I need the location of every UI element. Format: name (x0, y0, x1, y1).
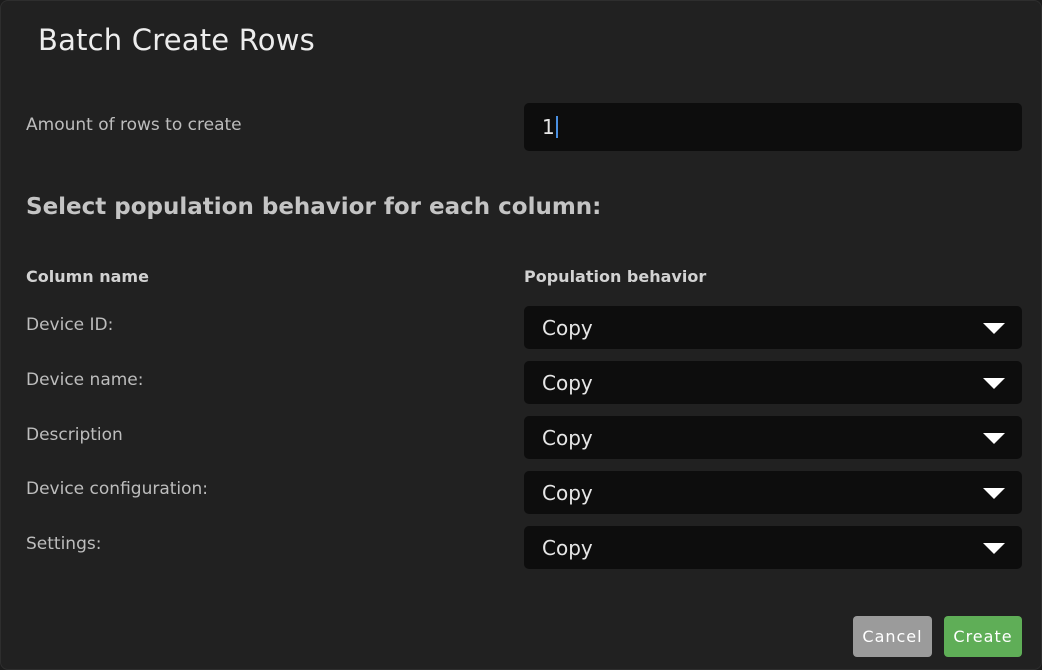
dialog-title: Batch Create Rows (38, 23, 315, 57)
chevron-down-icon (983, 323, 1005, 334)
chevron-down-icon (983, 433, 1005, 444)
chevron-down-icon (983, 543, 1005, 554)
population-behavior-header: Population behavior (524, 267, 707, 286)
chevron-down-icon (983, 488, 1005, 499)
select-value: Copy (542, 535, 593, 560)
amount-label: Amount of rows to create (26, 115, 242, 135)
cancel-button[interactable]: Cancel (853, 616, 932, 657)
text-caret (555, 116, 558, 138)
row-label-description: Description (26, 425, 123, 445)
row-label-device-configuration: Device configuration: (26, 479, 209, 499)
select-value: Copy (542, 370, 593, 395)
behavior-select-description[interactable]: Copy (524, 416, 1022, 459)
behavior-select-device-id[interactable]: Copy (524, 306, 1022, 349)
row-label-device-id: Device ID: (26, 315, 114, 335)
chevron-down-icon (983, 378, 1005, 389)
amount-input[interactable]: 1 (524, 103, 1022, 151)
section-heading: Select population behavior for each colu… (26, 194, 602, 220)
select-value: Copy (542, 315, 593, 340)
behavior-select-device-name[interactable]: Copy (524, 361, 1022, 404)
amount-value: 1 (542, 115, 555, 139)
select-value: Copy (542, 425, 593, 450)
create-button[interactable]: Create (944, 616, 1022, 657)
behavior-select-settings[interactable]: Copy (524, 526, 1022, 569)
column-name-header: Column name (26, 267, 149, 286)
batch-create-rows-dialog: Batch Create Rows Amount of rows to crea… (0, 0, 1042, 670)
row-label-device-name: Device name: (26, 370, 144, 390)
row-label-settings: Settings: (26, 534, 102, 554)
behavior-select-device-configuration[interactable]: Copy (524, 471, 1022, 514)
select-value: Copy (542, 480, 593, 505)
